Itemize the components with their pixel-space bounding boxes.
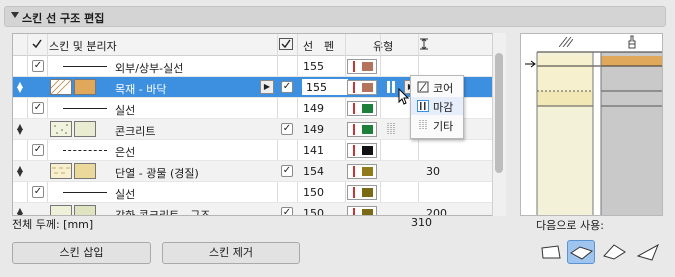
panel-title: 스킨 선 구조 편집: [22, 12, 105, 25]
scrollbar-thumb[interactable]: [495, 53, 503, 173]
line-style-sample: [63, 108, 107, 109]
visibility-checkbox[interactable]: ✓: [32, 144, 44, 156]
line-visibility-checkbox[interactable]: ✓: [281, 81, 293, 93]
fill-pattern-swatch[interactable]: [50, 205, 72, 215]
column-skin-header[interactable]: 스킨 및 분리자: [49, 38, 117, 54]
row-name: 콘크리트: [115, 125, 156, 138]
pen-number[interactable]: 150: [303, 207, 324, 215]
reorder-handle-icon[interactable]: ▲ ▼: [16, 165, 24, 178]
line-style-sample: [63, 150, 107, 151]
total-thickness-label: 전체 두께: [mm]: [12, 218, 94, 231]
skin-type-popup-menu: 코어 마감 기타: [410, 75, 464, 139]
panel-header[interactable]: 스킨 선 구조 편집: [4, 6, 666, 27]
pen-number-input[interactable]: 155: [301, 78, 349, 96]
pen-color-swatch[interactable]: [347, 143, 377, 158]
table-header: 스킨 및 분리자 선 펜 유형: [13, 34, 493, 56]
skin-type-icon[interactable]: [386, 122, 400, 136]
reorder-handle-icon[interactable]: ▲ ▼: [16, 81, 24, 94]
other-type-icon: [419, 120, 427, 130]
pen-color-swatch[interactable]: [347, 59, 377, 74]
pen-number[interactable]: 155: [303, 60, 324, 73]
row-name: 외부/상부-실선: [115, 62, 184, 75]
row-name: 강화 콘크리트 - 구조: [115, 209, 211, 216]
mouse-cursor-icon: [398, 87, 410, 109]
structure-preview: [520, 33, 663, 216]
use-slab-mode-button[interactable]: [567, 240, 595, 264]
use-floor-mode-button[interactable]: [537, 240, 565, 264]
menu-item-finish[interactable]: 마감: [411, 97, 463, 115]
visibility-checkbox[interactable]: ✓: [32, 60, 44, 72]
pen-number[interactable]: 149: [303, 102, 324, 115]
line-visibility-checkbox[interactable]: ✓: [281, 207, 293, 215]
fill-pattern-swatch[interactable]: [50, 163, 72, 179]
row-menu-button[interactable]: ▶: [260, 80, 274, 94]
pen-color-swatch[interactable]: [347, 122, 377, 137]
line-style-sample: [63, 192, 107, 193]
visibility-checkbox[interactable]: ✓: [32, 186, 44, 198]
menu-item-other[interactable]: 기타: [411, 116, 463, 134]
menu-item-core[interactable]: 코어: [411, 78, 463, 96]
thickness-value[interactable]: 30: [426, 165, 440, 178]
pen-color-swatch[interactable]: [347, 101, 377, 116]
fill-pattern-swatch[interactable]: [44, 79, 72, 95]
pen-color-swatch[interactable]: [347, 164, 377, 179]
fill-color-swatch[interactable]: [74, 121, 96, 137]
finish-type-icon: [417, 100, 429, 112]
line-style-sample: [63, 66, 107, 67]
collapse-triangle-icon[interactable]: [11, 12, 19, 18]
use-roof-mode-button[interactable]: [600, 240, 628, 264]
table-scrollbar[interactable]: [492, 33, 506, 216]
visibility-check-icon[interactable]: [31, 38, 43, 53]
fill-color-swatch[interactable]: [74, 79, 96, 95]
add-skin-button[interactable]: 스킨 삽입: [12, 242, 151, 264]
column-pen-header[interactable]: 펜: [324, 38, 334, 54]
row-name: 단열 - 광물 (경질): [115, 167, 199, 180]
core-type-icon: [417, 81, 429, 93]
row-name: 은선: [115, 146, 136, 159]
pen-color-swatch[interactable]: [347, 80, 377, 95]
row-name: 실선: [115, 188, 136, 201]
pen-number[interactable]: 150: [303, 186, 324, 199]
total-thickness-value: 310: [411, 216, 432, 229]
visibility-checkbox[interactable]: ✓: [32, 102, 44, 114]
line-visibility-checkbox[interactable]: ✓: [281, 165, 293, 177]
pen-number[interactable]: 149: [303, 123, 324, 136]
row-name: 목재 - 바닥: [115, 83, 167, 96]
table-row[interactable]: ✓ 외부/상부-실선 155: [13, 56, 493, 77]
paint-brush-icon[interactable]: [626, 35, 638, 52]
pen-color-swatch[interactable]: [347, 185, 377, 200]
pen-color-swatch[interactable]: [347, 206, 377, 215]
column-type-header[interactable]: 유형: [373, 38, 393, 54]
table-row[interactable]: ✓ 은선 141: [13, 140, 493, 161]
thickness-icon[interactable]: [419, 38, 429, 53]
use-as-label: 다음으로 사용:: [536, 219, 604, 232]
line-visibility-checkbox[interactable]: ✓: [281, 123, 293, 135]
remove-skin-button[interactable]: 스킨 제거: [162, 242, 300, 264]
fill-pattern-swatch[interactable]: [50, 121, 72, 137]
reorder-handle-icon[interactable]: ▲ ▼: [16, 207, 24, 216]
line-visibility-icon[interactable]: [279, 38, 293, 53]
hatch-pattern-icon[interactable]: [558, 36, 574, 50]
table-row[interactable]: ✓ 실선 150: [13, 182, 493, 203]
pen-number[interactable]: 141: [303, 144, 324, 157]
column-line-header[interactable]: 선: [303, 38, 313, 54]
row-name: 실선: [115, 104, 136, 117]
fill-color-swatch[interactable]: [74, 205, 96, 215]
fill-color-swatch[interactable]: [74, 163, 96, 179]
table-row[interactable]: ▲ ▼ 강화 콘크리트 - 구조 ✓ 150 200: [13, 203, 493, 216]
thickness-value[interactable]: 200: [426, 207, 447, 215]
table-row[interactable]: ▲ ▼ 단열 - 광물 (경질) ✓ 154 30: [13, 161, 493, 182]
pen-number[interactable]: 154: [303, 165, 324, 178]
use-shell-mode-button[interactable]: [634, 240, 662, 264]
reorder-handle-icon[interactable]: ▲ ▼: [16, 123, 24, 136]
